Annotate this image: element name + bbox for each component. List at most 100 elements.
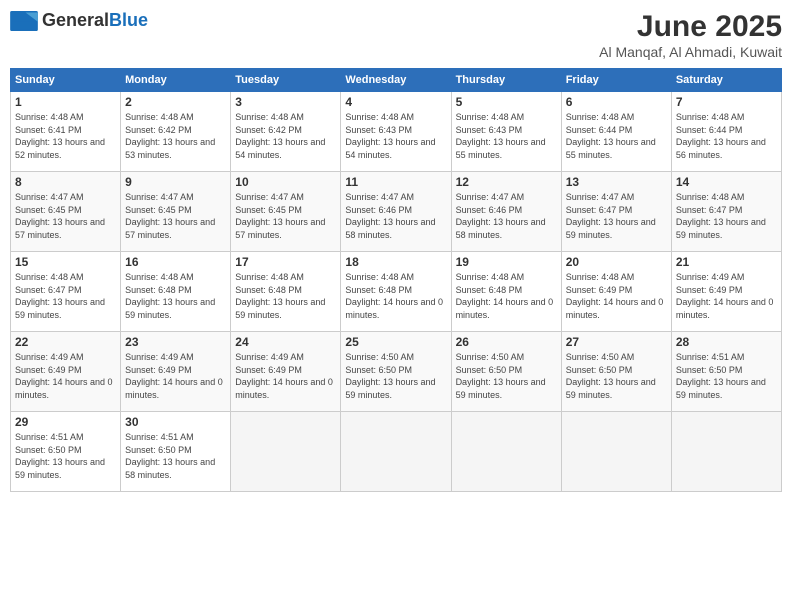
calendar-cell: 17 Sunrise: 4:48 AMSunset: 6:48 PMDayligh… — [231, 252, 341, 332]
day-info: Sunrise: 4:47 AMSunset: 6:45 PMDaylight:… — [235, 191, 336, 241]
calendar-cell: 16 Sunrise: 4:48 AMSunset: 6:48 PMDayligh… — [121, 252, 231, 332]
week-row-4: 22Sunrise: 4:49 AMSunset: 6:49 PMDayligh… — [11, 332, 782, 412]
logo-general: General — [42, 10, 109, 30]
day-info: Sunrise: 4:47 AMSunset: 6:46 PMDaylight:… — [345, 191, 446, 241]
day-info: Sunrise: 4:48 AMSunset: 6:44 PMDaylight:… — [676, 111, 777, 161]
weekday-header-row: SundayMondayTuesdayWednesdayThursdayFrid… — [11, 69, 782, 92]
day-info: Sunrise: 4:51 AMSunset: 6:50 PMDaylight:… — [125, 431, 226, 481]
calendar-cell: 13 Sunrise: 4:47 AMSunset: 6:47 PMDayligh… — [561, 172, 671, 252]
calendar-cell: 20 Sunrise: 4:48 AMSunset: 6:49 PMDayligh… — [561, 252, 671, 332]
calendar-cell — [451, 412, 561, 492]
day-info: Sunrise: 4:48 AMSunset: 6:48 PMDaylight:… — [235, 271, 336, 321]
week-row-2: 8 Sunrise: 4:47 AMSunset: 6:45 PMDaylight… — [11, 172, 782, 252]
day-info: Sunrise: 4:48 AMSunset: 6:41 PMDaylight:… — [15, 111, 116, 161]
day-number: 25 — [345, 335, 446, 349]
day-number: 7 — [676, 95, 777, 109]
day-number: 17 — [235, 255, 336, 269]
calendar-cell: 14 Sunrise: 4:48 AMSunset: 6:47 PMDayligh… — [671, 172, 781, 252]
calendar-cell — [231, 412, 341, 492]
weekday-header-wednesday: Wednesday — [341, 69, 451, 92]
day-number: 18 — [345, 255, 446, 269]
logo: GeneralBlue — [10, 10, 148, 31]
location-title: Al Manqaf, Al Ahmadi, Kuwait — [599, 44, 782, 60]
calendar-cell: 7 Sunrise: 4:48 AMSunset: 6:44 PMDaylight… — [671, 92, 781, 172]
day-number: 27 — [566, 335, 667, 349]
weekday-header-monday: Monday — [121, 69, 231, 92]
day-info: Sunrise: 4:47 AMSunset: 6:45 PMDaylight:… — [15, 191, 116, 241]
calendar-cell — [671, 412, 781, 492]
calendar-cell: 12Sunrise: 4:47 AMSunset: 6:46 PMDayligh… — [451, 172, 561, 252]
day-info: Sunrise: 4:51 AMSunset: 6:50 PMDaylight:… — [15, 431, 116, 481]
day-info: Sunrise: 4:49 AMSunset: 6:49 PMDaylight:… — [235, 351, 336, 401]
day-number: 19 — [456, 255, 557, 269]
day-info: Sunrise: 4:48 AMSunset: 6:48 PMDaylight:… — [456, 271, 557, 321]
day-number: 21 — [676, 255, 777, 269]
calendar-cell: 18Sunrise: 4:48 AMSunset: 6:48 PMDayligh… — [341, 252, 451, 332]
day-number: 30 — [125, 415, 226, 429]
calendar-cell: 22Sunrise: 4:49 AMSunset: 6:49 PMDayligh… — [11, 332, 121, 412]
calendar-cell: 4Sunrise: 4:48 AMSunset: 6:43 PMDaylight… — [341, 92, 451, 172]
weekday-header-tuesday: Tuesday — [231, 69, 341, 92]
day-info: Sunrise: 4:47 AMSunset: 6:46 PMDaylight:… — [456, 191, 557, 241]
day-number: 6 — [566, 95, 667, 109]
day-number: 8 — [15, 175, 116, 189]
calendar-cell: 21 Sunrise: 4:49 AMSunset: 6:49 PMDayligh… — [671, 252, 781, 332]
day-number: 23 — [125, 335, 226, 349]
day-info: Sunrise: 4:48 AMSunset: 6:49 PMDaylight:… — [566, 271, 667, 321]
weekday-header-thursday: Thursday — [451, 69, 561, 92]
calendar-cell: 27Sunrise: 4:50 AMSunset: 6:50 PMDayligh… — [561, 332, 671, 412]
day-number: 13 — [566, 175, 667, 189]
day-info: Sunrise: 4:48 AMSunset: 6:43 PMDaylight:… — [456, 111, 557, 161]
day-number: 10 — [235, 175, 336, 189]
day-info: Sunrise: 4:48 AMSunset: 6:44 PMDaylight:… — [566, 111, 667, 161]
calendar-cell: 5 Sunrise: 4:48 AMSunset: 6:43 PMDaylight… — [451, 92, 561, 172]
day-info: Sunrise: 4:51 AMSunset: 6:50 PMDaylight:… — [676, 351, 777, 401]
day-info: Sunrise: 4:48 AMSunset: 6:48 PMDaylight:… — [125, 271, 226, 321]
calendar-cell — [341, 412, 451, 492]
day-number: 11 — [345, 175, 446, 189]
logo-text: GeneralBlue — [42, 10, 148, 31]
calendar-table: SundayMondayTuesdayWednesdayThursdayFrid… — [10, 68, 782, 492]
day-number: 5 — [456, 95, 557, 109]
week-row-3: 15Sunrise: 4:48 AMSunset: 6:47 PMDayligh… — [11, 252, 782, 332]
day-info: Sunrise: 4:48 AMSunset: 6:47 PMDaylight:… — [676, 191, 777, 241]
day-info: Sunrise: 4:50 AMSunset: 6:50 PMDaylight:… — [456, 351, 557, 401]
calendar-cell: 10 Sunrise: 4:47 AMSunset: 6:45 PMDayligh… — [231, 172, 341, 252]
day-info: Sunrise: 4:47 AMSunset: 6:45 PMDaylight:… — [125, 191, 226, 241]
day-number: 29 — [15, 415, 116, 429]
calendar-cell: 2Sunrise: 4:48 AMSunset: 6:42 PMDaylight… — [121, 92, 231, 172]
calendar-cell: 8 Sunrise: 4:47 AMSunset: 6:45 PMDaylight… — [11, 172, 121, 252]
calendar-cell: 19 Sunrise: 4:48 AMSunset: 6:48 PMDayligh… — [451, 252, 561, 332]
title-block: June 2025 Al Manqaf, Al Ahmadi, Kuwait — [599, 10, 782, 60]
weekday-header-friday: Friday — [561, 69, 671, 92]
day-info: Sunrise: 4:48 AMSunset: 6:47 PMDaylight:… — [15, 271, 116, 321]
week-row-5: 29 Sunrise: 4:51 AMSunset: 6:50 PMDayligh… — [11, 412, 782, 492]
day-number: 4 — [345, 95, 446, 109]
calendar-cell: 28 Sunrise: 4:51 AMSunset: 6:50 PMDayligh… — [671, 332, 781, 412]
day-number: 26 — [456, 335, 557, 349]
day-info: Sunrise: 4:47 AMSunset: 6:47 PMDaylight:… — [566, 191, 667, 241]
week-row-1: 1Sunrise: 4:48 AMSunset: 6:41 PMDaylight… — [11, 92, 782, 172]
logo-icon — [10, 11, 38, 31]
calendar-cell: 24 Sunrise: 4:49 AMSunset: 6:49 PMDayligh… — [231, 332, 341, 412]
day-number: 16 — [125, 255, 226, 269]
day-number: 24 — [235, 335, 336, 349]
day-info: Sunrise: 4:50 AMSunset: 6:50 PMDaylight:… — [345, 351, 446, 401]
logo-blue: Blue — [109, 10, 148, 30]
day-number: 20 — [566, 255, 667, 269]
calendar-cell: 29 Sunrise: 4:51 AMSunset: 6:50 PMDayligh… — [11, 412, 121, 492]
day-info: Sunrise: 4:49 AMSunset: 6:49 PMDaylight:… — [676, 271, 777, 321]
day-number: 14 — [676, 175, 777, 189]
day-number: 9 — [125, 175, 226, 189]
weekday-header-sunday: Sunday — [11, 69, 121, 92]
weekday-header-saturday: Saturday — [671, 69, 781, 92]
calendar-cell: 15Sunrise: 4:48 AMSunset: 6:47 PMDayligh… — [11, 252, 121, 332]
page-header: GeneralBlue June 2025 Al Manqaf, Al Ahma… — [10, 10, 782, 60]
day-number: 28 — [676, 335, 777, 349]
calendar-cell: 1Sunrise: 4:48 AMSunset: 6:41 PMDaylight… — [11, 92, 121, 172]
calendar-cell: 30 Sunrise: 4:51 AMSunset: 6:50 PMDayligh… — [121, 412, 231, 492]
day-info: Sunrise: 4:49 AMSunset: 6:49 PMDaylight:… — [15, 351, 116, 401]
day-info: Sunrise: 4:48 AMSunset: 6:42 PMDaylight:… — [125, 111, 226, 161]
calendar-cell: 3Sunrise: 4:48 AMSunset: 6:42 PMDaylight… — [231, 92, 341, 172]
day-info: Sunrise: 4:48 AMSunset: 6:42 PMDaylight:… — [235, 111, 336, 161]
